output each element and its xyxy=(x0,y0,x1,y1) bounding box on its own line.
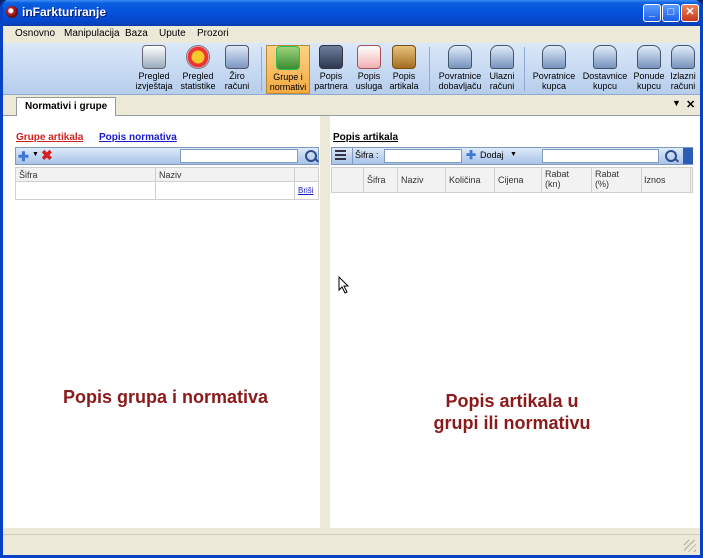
right-search-input[interactable] xyxy=(542,149,659,163)
add-icon[interactable]: ✚ xyxy=(18,149,29,165)
right-search-icon[interactable] xyxy=(662,148,680,164)
dodaj-icon[interactable]: ✚ xyxy=(466,148,476,162)
column-header-naziv[interactable]: Naziv xyxy=(159,170,182,180)
toolbar-separator xyxy=(524,47,525,91)
content-area: Grupe artikala Popis normativa ✚ ▼ ✖ Šif… xyxy=(3,116,700,528)
delete-row-link[interactable]: Briši xyxy=(298,186,314,195)
groups-icon xyxy=(276,46,300,70)
popis-artikala-heading: Popis artikala xyxy=(333,132,399,143)
printer-icon xyxy=(637,45,661,69)
menu-bar: Osnovno Manipulacija Baza Upute Prozori xyxy=(3,26,700,43)
toolbar-popis-partnera[interactable]: Popis partnera xyxy=(312,45,350,94)
column-header-rabat-pct[interactable]: Rabat (%) xyxy=(595,169,635,189)
close-button[interactable]: ✕ xyxy=(681,4,699,22)
right-search-bar: Šifra : ✚ Dodaj ▼ xyxy=(331,147,693,165)
left-search-icon[interactable] xyxy=(302,148,320,164)
box-icon xyxy=(392,45,416,69)
status-bar xyxy=(3,534,700,555)
printer-icon xyxy=(448,45,472,69)
right-placeholder-line1: Popis artikala u xyxy=(445,391,579,411)
left-grid-new-row[interactable]: Briši xyxy=(15,182,319,200)
column-header-sifra[interactable]: Šifra xyxy=(367,175,386,185)
toolbar-popis-artikala[interactable]: Popis artikala xyxy=(388,45,420,94)
left-panel: Grupe artikala Popis normativa ✚ ▼ ✖ Šif… xyxy=(12,128,319,524)
link-popis-normativa[interactable]: Popis normativa xyxy=(99,132,177,143)
right-panel: Popis artikala Šifra : ✚ Dodaj ▼ Šifra N… xyxy=(331,128,693,524)
delete-icon[interactable]: ✖ xyxy=(41,147,53,164)
app-icon xyxy=(6,6,18,18)
column-header-cijena[interactable]: Cijena xyxy=(498,175,524,185)
left-search-bar: ✚ ▼ ✖ xyxy=(15,147,319,165)
toolbar-separator xyxy=(261,47,262,91)
toolbar-ponude-kupcu[interactable]: Ponude kupcu xyxy=(632,45,666,94)
left-grid-header: Šifra Naziv xyxy=(15,167,319,182)
toolbar-povratnice-dobavljacu[interactable]: Povratnice dobavljaču xyxy=(436,45,484,94)
panel-splitter[interactable] xyxy=(320,116,330,528)
printer-icon xyxy=(490,45,514,69)
left-placeholder-label: Popis grupa i normativa xyxy=(62,387,269,407)
tab-close-icon[interactable]: ✕ xyxy=(686,98,695,111)
mouse-cursor-icon xyxy=(338,276,350,294)
right-placeholder-line2: grupi ili normativu xyxy=(433,413,591,433)
maximize-button[interactable]: □ xyxy=(662,4,680,22)
printer-icon xyxy=(593,45,617,69)
dodaj-dropdown-arrow-icon[interactable]: ▼ xyxy=(510,151,517,158)
right-grid-header: Šifra Naziv Količina Cijena Rabat (kn) R… xyxy=(331,167,693,193)
toolbar-popis-usluga[interactable]: Popis usluga xyxy=(353,45,385,94)
menu-manipulacija[interactable]: Manipulacija xyxy=(64,28,120,39)
column-header-naziv[interactable]: Naziv xyxy=(401,175,424,185)
toolbar-pregled-izvjestaja[interactable]: Pregled izvještaja xyxy=(134,45,174,94)
pie-chart-icon xyxy=(186,45,210,69)
left-search-input[interactable] xyxy=(180,149,298,163)
toolbar-separator xyxy=(429,47,430,91)
menu-baza[interactable]: Baza xyxy=(125,28,148,39)
app-window: inFarkturiranje _ □ ✕ Osnovno Manipulaci… xyxy=(0,0,703,558)
toolbar-grupe-normativi[interactable]: Grupe i normativi xyxy=(266,45,310,94)
printer-icon xyxy=(542,45,566,69)
toolbar-ulazni-racuni[interactable]: Ulazni računi xyxy=(487,45,517,94)
menu-upute[interactable]: Upute xyxy=(159,28,186,39)
toolbar-povratnice-kupca[interactable]: Povratnice kupca xyxy=(530,45,578,94)
printer-icon xyxy=(671,45,695,69)
document-tabstrip: Normativi i grupe ▼ ✕ xyxy=(3,95,700,116)
toolbar-pregled-statistike[interactable]: Pregled statistike xyxy=(178,45,218,94)
window-title: inFarkturiranje xyxy=(22,5,107,19)
column-header-sifra[interactable]: Šifra xyxy=(19,170,38,180)
minimize-button[interactable]: _ xyxy=(643,4,661,22)
column-header-rabat-kn[interactable]: Rabat (kn) xyxy=(545,169,585,189)
title-bar: inFarkturiranje _ □ ✕ xyxy=(3,0,700,26)
sifra-label: Šifra : xyxy=(355,150,379,160)
overflow-button[interactable] xyxy=(683,148,693,164)
menu-prozori[interactable]: Prozori xyxy=(197,28,229,39)
list-view-icon[interactable] xyxy=(335,150,346,160)
dodaj-button[interactable]: Dodaj xyxy=(480,150,504,160)
services-icon xyxy=(357,45,381,69)
toolbar-izlazni-racuni[interactable]: Izlazni računi xyxy=(668,45,698,94)
menu-osnovno[interactable]: Osnovno xyxy=(15,28,55,39)
link-grupe-artikala[interactable]: Grupe artikala xyxy=(16,132,83,143)
toolbar-ziro-racuni[interactable]: Žiro računi xyxy=(222,45,252,94)
report-icon xyxy=(142,45,166,69)
tab-normativi-i-grupe[interactable]: Normativi i grupe xyxy=(16,97,117,116)
partners-icon xyxy=(319,45,343,69)
resize-grip-icon[interactable] xyxy=(684,540,696,552)
column-header-iznos[interactable]: Iznos xyxy=(644,175,666,185)
tab-list-icon[interactable]: ▼ xyxy=(672,98,681,108)
add-dropdown-arrow-icon[interactable]: ▼ xyxy=(32,151,39,158)
column-header-kolicina[interactable]: Količina xyxy=(449,175,481,185)
sifra-input[interactable] xyxy=(384,149,462,163)
toolbar-dostavnice-kupcu[interactable]: Dostavnice kupcu xyxy=(581,45,629,94)
main-toolbar: Pregled izvještaja Pregled statistike Žiro… xyxy=(3,43,700,95)
calculator-icon xyxy=(225,45,249,69)
right-placeholder-label: Popis artikala u grupi ili normativu xyxy=(331,390,693,434)
